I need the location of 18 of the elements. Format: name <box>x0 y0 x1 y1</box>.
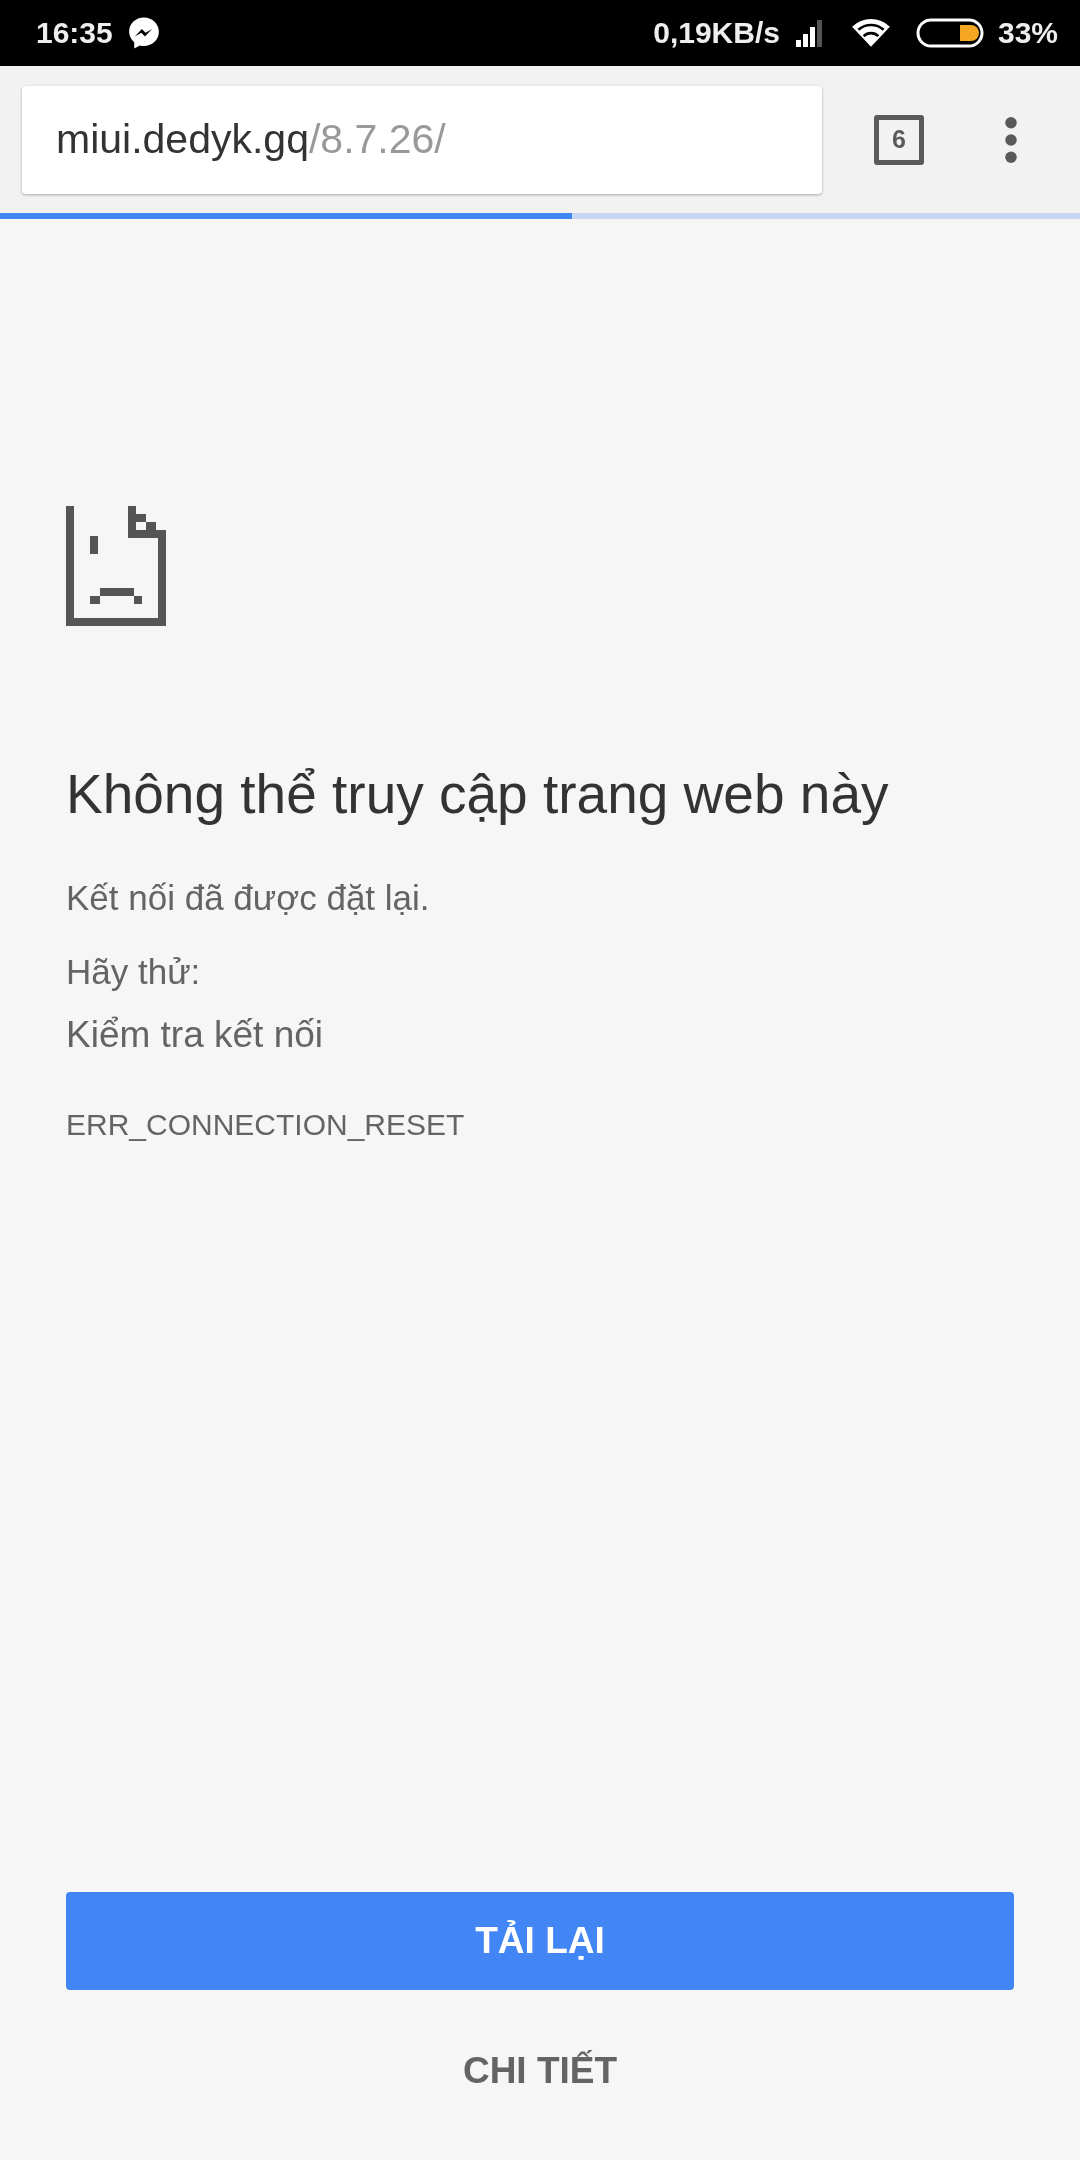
sad-page-icon <box>66 506 166 626</box>
signal-icon <box>793 18 824 48</box>
tab-switcher-button[interactable]: 6 <box>874 114 924 165</box>
battery-icon <box>915 18 984 48</box>
clock: 16:35 <box>36 16 113 50</box>
error-title: Không thể truy cập trang web này <box>66 762 890 826</box>
network-speed: 0,19KB/s <box>653 16 780 50</box>
error-code: ERR_CONNECTION_RESET <box>66 1108 466 1142</box>
messenger-icon <box>126 16 161 50</box>
suggestion-text: Kiểm tra kết nối <box>66 1014 325 1056</box>
wifi-icon <box>849 17 892 49</box>
try-label: Hãy thử: <box>66 952 202 992</box>
more-menu-icon[interactable] <box>1004 115 1018 164</box>
reload-button[interactable]: TẢI LẠI <box>66 1892 1014 1990</box>
address-bar[interactable]: miui.dedyk.gq/8.7.26/ <box>22 85 822 194</box>
battery-percent: 33% <box>997 16 1058 50</box>
details-button[interactable]: CHI TIẾT <box>442 2040 638 2102</box>
error-message: Kết nối đã được đặt lại. <box>66 878 431 918</box>
